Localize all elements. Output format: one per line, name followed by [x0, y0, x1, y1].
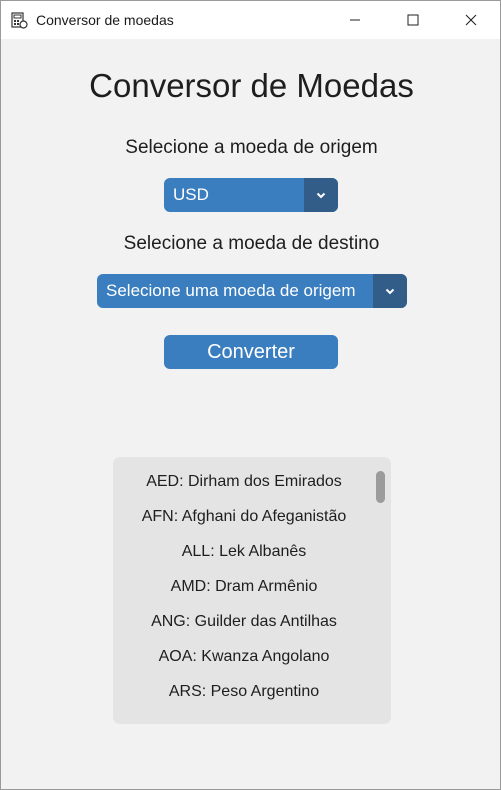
chevron-down-icon [316, 192, 326, 198]
list-item[interactable]: AED: Dirham dos Emirados [113, 473, 375, 491]
app-window: Conversor de moedas Conversor de Moedas … [0, 0, 501, 790]
origin-currency-label: Selecione a moeda de origem [125, 137, 378, 158]
destination-dropdown-button[interactable] [373, 274, 407, 308]
list-item[interactable]: ARS: Peso Argentino [113, 683, 375, 701]
maximize-button[interactable] [389, 1, 436, 39]
destination-currency-value: Selecione uma moeda de origem [106, 281, 356, 300]
list-item[interactable]: AMD: Dram Armênio [113, 578, 375, 596]
list-item[interactable]: AFN: Afghani do Afeganistão [113, 508, 375, 526]
close-button[interactable] [447, 1, 494, 39]
maximize-icon [407, 14, 418, 26]
list-item[interactable]: AOA: Kwanza Angolano [113, 648, 375, 666]
origin-currency-select[interactable]: USD [164, 178, 338, 212]
destination-currency-select[interactable]: Selecione uma moeda de origem [97, 274, 407, 308]
chevron-down-icon [385, 288, 395, 294]
destination-currency-label: Selecione a moeda de destino [123, 233, 380, 254]
page-title: Conversor de Moedas [89, 67, 414, 104]
list-item[interactable]: ALL: Lek Albanês [113, 543, 375, 561]
listbox-scrollbar[interactable] [376, 471, 385, 503]
minimize-icon [349, 19, 360, 21]
origin-currency-value: USD [173, 185, 209, 204]
minimize-button[interactable] [331, 1, 378, 39]
title-bar: Conversor de moedas [1, 1, 500, 39]
currency-listbox[interactable]: AED: Dirham dos Emirados AFN: Afghani do… [113, 457, 391, 724]
close-icon [465, 14, 476, 26]
list-item[interactable]: ANG: Guilder das Antilhas [113, 613, 375, 631]
window-title: Conversor de moedas [36, 12, 174, 28]
convert-button[interactable]: Converter [164, 335, 338, 369]
calculator-app-icon [11, 12, 28, 29]
origin-dropdown-button[interactable] [304, 178, 338, 212]
